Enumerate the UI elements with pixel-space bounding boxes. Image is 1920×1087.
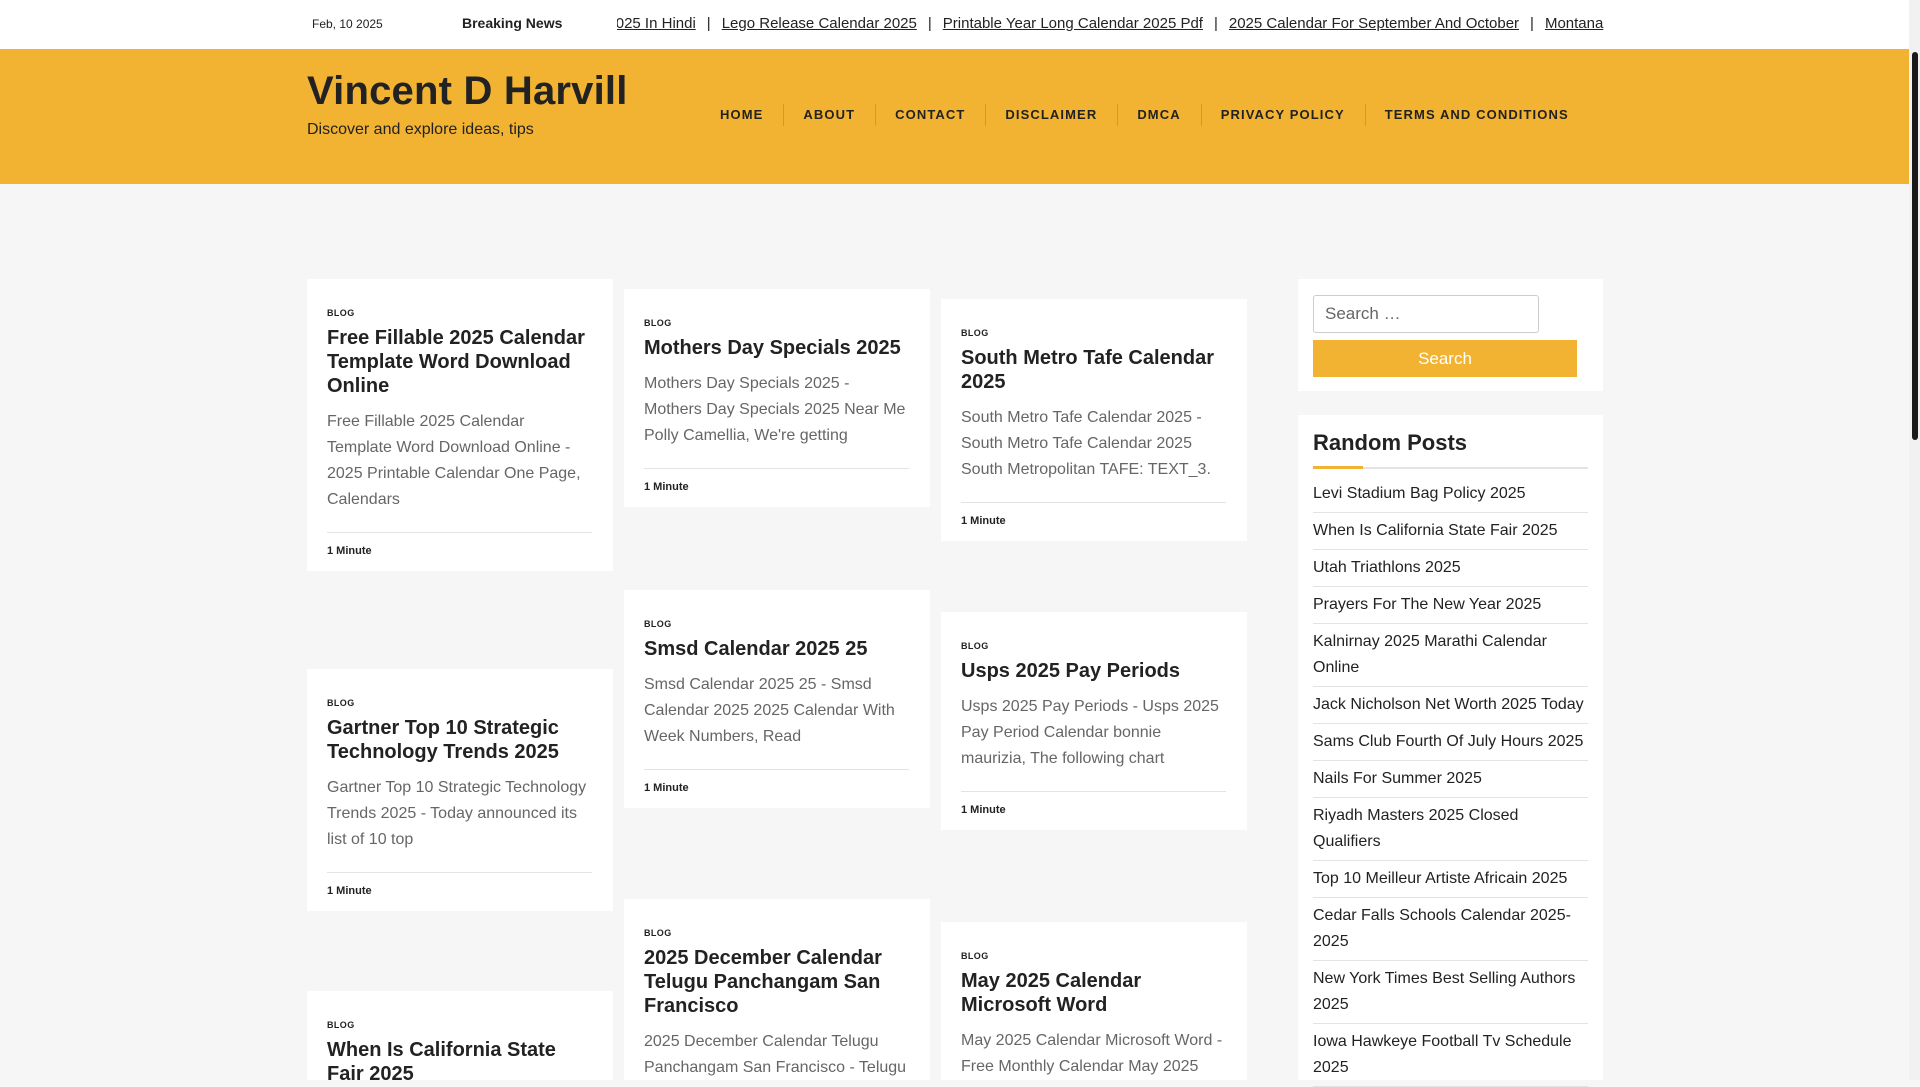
random-post-link[interactable]: Nails For Summer 2025: [1313, 761, 1588, 798]
ticker-link[interactable]: Hindu Calendar 2025 In Hindi: [617, 15, 696, 32]
post-excerpt: 2025 December Calendar Telugu Panchangam…: [644, 1033, 907, 1076]
post-title[interactable]: May 2025 Calendar Microsoft Word: [961, 969, 1226, 1017]
post-category[interactable]: BLOG: [961, 641, 1226, 651]
random-post-link[interactable]: Top 10 Meilleur Artiste Africain 2025: [1313, 861, 1588, 898]
nav-disclaimer[interactable]: DISCLAIMER: [985, 104, 1117, 126]
post-excerpt: Mothers Day Specials 2025 - Mothers Day …: [644, 375, 906, 444]
post-card: BLOG Gartner Top 10 Strategic Technology…: [307, 669, 613, 911]
post-card: BLOG Smsd Calendar 2025 25 Smsd Calendar…: [624, 590, 930, 808]
post-category[interactable]: BLOG: [961, 328, 1226, 338]
current-date: Feb, 10 2025: [312, 17, 383, 31]
main-navigation: HOME ABOUT CONTACT DISCLAIMER DMCA PRIVA…: [700, 104, 1589, 126]
page-scrollbar[interactable]: [1909, 0, 1920, 1080]
random-post-link[interactable]: When Is California State Fair 2025: [1313, 513, 1588, 550]
ticker-separator: |: [927, 15, 932, 32]
random-posts-widget: Random Posts Levi Stadium Bag Policy 202…: [1298, 415, 1603, 1087]
nav-home[interactable]: HOME: [700, 107, 783, 122]
post-card: BLOG May 2025 Calendar Microsoft Word Ma…: [941, 922, 1247, 1080]
post-card: BLOG Mothers Day Specials 2025 Mothers D…: [624, 289, 930, 507]
post-card: BLOG When Is California State Fair 2025: [307, 991, 613, 1085]
random-posts-list: Levi Stadium Bag Policy 2025 When Is Cal…: [1313, 481, 1588, 1087]
post-card: BLOG Usps 2025 Pay Periods Usps 2025 Pay…: [941, 612, 1247, 830]
random-post-link[interactable]: Kalnirnay 2025 Marathi Calendar Online: [1313, 624, 1588, 687]
post-excerpt: South Metro Tafe Calendar 2025 - South M…: [961, 409, 1211, 478]
breaking-news-ticker: Hindu Calendar 2025 In Hindi | Lego Releas…: [617, 0, 1670, 49]
post-category[interactable]: BLOG: [327, 308, 592, 318]
post-title[interactable]: South Metro Tafe Calendar 2025: [961, 346, 1226, 394]
ticker-separator: |: [706, 15, 711, 32]
scrollbar-thumb[interactable]: [1912, 52, 1918, 440]
ticker-link[interactable]: 2025 Calendar For September And October: [1229, 15, 1519, 32]
site-title[interactable]: Vincent D Harvill: [307, 69, 628, 114]
site-header: Vincent D Harvill Discover and explore i…: [0, 49, 1909, 184]
post-title[interactable]: Free Fillable 2025 Calendar Template Wor…: [327, 326, 592, 398]
post-read-time: 1 Minute: [327, 872, 592, 911]
nav-terms-and-conditions[interactable]: TERMS AND CONDITIONS: [1364, 104, 1589, 126]
post-title[interactable]: Mothers Day Specials 2025: [644, 336, 909, 360]
random-posts-title: Random Posts: [1313, 430, 1468, 455]
ticker-separator: |: [1213, 15, 1218, 32]
random-post-link[interactable]: Riyadh Masters 2025 Closed Qualifiers: [1313, 798, 1588, 861]
ticker-link[interactable]: Montana: [1545, 15, 1603, 32]
post-category[interactable]: BLOG: [327, 698, 592, 708]
post-title[interactable]: Usps 2025 Pay Periods: [961, 659, 1226, 683]
post-category[interactable]: BLOG: [644, 318, 909, 328]
random-post-link[interactable]: Cedar Falls Schools Calendar 2025-2025: [1313, 898, 1588, 961]
ticker-track: Hindu Calendar 2025 In Hindi | Lego Releas…: [617, 15, 1603, 32]
search-input[interactable]: [1313, 295, 1539, 333]
post-title[interactable]: 2025 December Calendar Telugu Panchangam…: [644, 946, 909, 1018]
random-post-link[interactable]: Levi Stadium Bag Policy 2025: [1313, 481, 1588, 513]
post-excerpt: Free Fillable 2025 Calendar Template Wor…: [327, 413, 581, 508]
post-read-time: 1 Minute: [961, 791, 1226, 830]
random-post-link[interactable]: Sams Club Fourth Of July Hours 2025: [1313, 724, 1588, 761]
post-card: BLOG 2025 December Calendar Telugu Panch…: [624, 899, 930, 1080]
random-post-link[interactable]: New York Times Best Selling Authors 2025: [1313, 961, 1588, 1024]
post-title[interactable]: When Is California State Fair 2025: [327, 1038, 592, 1086]
post-category[interactable]: BLOG: [644, 619, 909, 629]
nav-privacy-policy[interactable]: PRIVACY POLICY: [1200, 104, 1365, 126]
post-category[interactable]: BLOG: [327, 1020, 592, 1030]
post-category[interactable]: BLOG: [644, 928, 909, 938]
post-read-time: 1 Minute: [327, 532, 592, 571]
random-posts-heading: Random Posts: [1313, 430, 1588, 469]
heading-accent-bar: [1313, 466, 1363, 469]
ticker-link[interactable]: Printable Year Long Calendar 2025 Pdf: [943, 15, 1203, 32]
post-read-time: 1 Minute: [644, 468, 909, 507]
nav-about[interactable]: ABOUT: [783, 104, 875, 126]
top-bar: Feb, 10 2025 Breaking News Hindu Calenda…: [0, 0, 1909, 49]
breaking-news-label: Breaking News: [462, 15, 563, 31]
site-tagline: Discover and explore ideas, tips: [307, 121, 534, 138]
random-post-link[interactable]: Iowa Hawkeye Football Tv Schedule 2025: [1313, 1024, 1588, 1087]
post-card: BLOG Free Fillable 2025 Calendar Templat…: [307, 279, 613, 571]
ticker-link[interactable]: Lego Release Calendar 2025: [722, 15, 917, 32]
post-read-time: 1 Minute: [644, 769, 909, 808]
random-post-link[interactable]: Prayers For The New Year 2025: [1313, 587, 1588, 624]
post-card: BLOG South Metro Tafe Calendar 2025 Sout…: [941, 299, 1247, 541]
random-post-link[interactable]: Utah Triathlons 2025: [1313, 550, 1588, 587]
post-excerpt: Usps 2025 Pay Periods - Usps 2025 Pay Pe…: [961, 698, 1219, 767]
nav-contact[interactable]: CONTACT: [875, 104, 985, 126]
ticker-separator: |: [1530, 15, 1534, 32]
post-excerpt: May 2025 Calendar Microsoft Word - Free …: [961, 1032, 1223, 1075]
search-button[interactable]: Search: [1313, 340, 1577, 377]
post-read-time: 1 Minute: [961, 502, 1226, 541]
post-excerpt: Smsd Calendar 2025 25 - Smsd Calendar 20…: [644, 676, 895, 745]
nav-dmca[interactable]: DMCA: [1117, 104, 1200, 126]
post-category[interactable]: BLOG: [961, 951, 1226, 961]
search-widget: Search: [1298, 279, 1603, 391]
post-title[interactable]: Gartner Top 10 Strategic Technology Tren…: [327, 716, 592, 764]
post-title[interactable]: Smsd Calendar 2025 25: [644, 637, 909, 661]
random-post-link[interactable]: Jack Nicholson Net Worth 2025 Today: [1313, 687, 1588, 724]
post-excerpt: Gartner Top 10 Strategic Technology Tren…: [327, 779, 587, 848]
